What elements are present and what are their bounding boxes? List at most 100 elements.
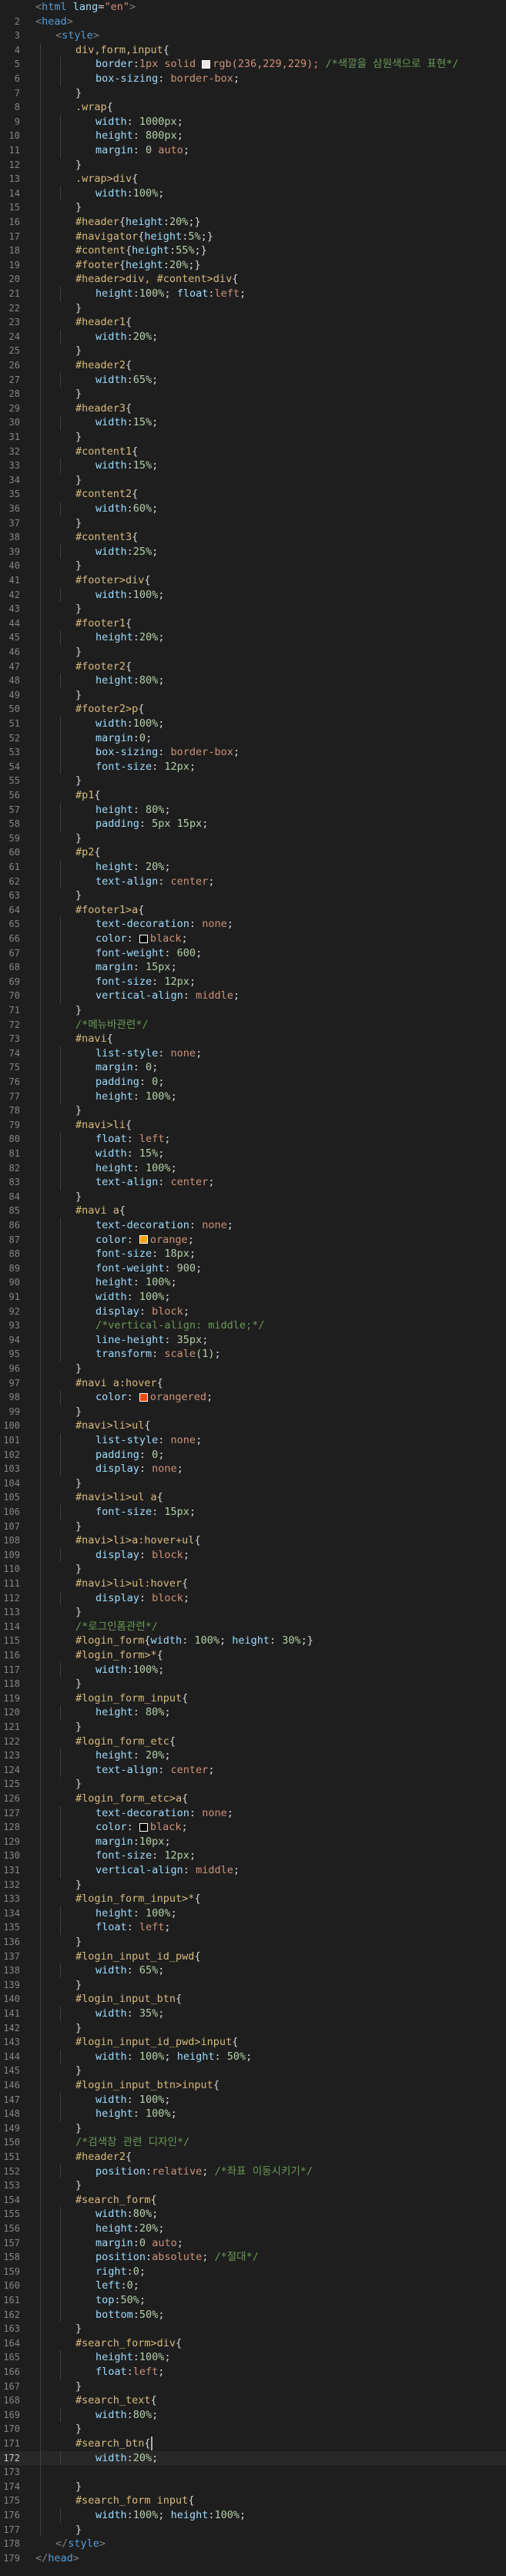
code-line[interactable]: 40} bbox=[0, 559, 506, 573]
code-line[interactable]: 29 #header3{ bbox=[0, 401, 506, 416]
code-line[interactable]: 176 width:100%; height:100%; bbox=[0, 2508, 506, 2523]
code-line[interactable]: 101 list-style: none; bbox=[0, 1433, 506, 1448]
code-line[interactable]: 170} bbox=[0, 2422, 506, 2437]
code-line[interactable]: 77 height: 100%; bbox=[0, 1089, 506, 1104]
code-line[interactable]: 57 height: 80%; bbox=[0, 802, 506, 818]
code-line[interactable]: 8 .wrap{ bbox=[0, 100, 506, 115]
code-line[interactable]: 130 font-size: 12px; bbox=[0, 1849, 506, 1863]
code-line[interactable]: 110} bbox=[0, 1562, 506, 1577]
code-line[interactable]: 12} bbox=[0, 157, 506, 173]
code-line[interactable]: 163} bbox=[0, 2322, 506, 2336]
code-line[interactable]: 14 width:100%; bbox=[0, 186, 506, 201]
code-line[interactable]: 78} bbox=[0, 1103, 506, 1118]
code-line[interactable]: 7} bbox=[0, 86, 506, 101]
code-line[interactable]: 100 #navi>li>ul{ bbox=[0, 1419, 506, 1433]
code-line[interactable]: 86 text-decoration: none; bbox=[0, 1218, 506, 1233]
code-line[interactable]: 98 color: orangered; bbox=[0, 1390, 506, 1405]
code-line[interactable]: 48 height:80%; bbox=[0, 673, 506, 688]
code-line[interactable]: 161 top:50%; bbox=[0, 2293, 506, 2308]
code-line[interactable]: 6 box-sizing: border-box; bbox=[0, 72, 506, 86]
code-line[interactable]: 5 border:1px solid rgb(236,229,229); /*색깔… bbox=[0, 57, 506, 72]
code-line[interactable]: 172 width:20%; bbox=[0, 2450, 506, 2466]
code-line[interactable]: 114 /*로그인폼관련*/ bbox=[0, 1619, 506, 1634]
code-line[interactable]: 10 height: 800px; bbox=[0, 129, 506, 143]
code-line[interactable]: 35 #content2{ bbox=[0, 487, 506, 502]
code-line[interactable]: 66 color: black; bbox=[0, 932, 506, 946]
code-line[interactable]: 144 width: 100%; height: 50%; bbox=[0, 2049, 506, 2064]
code-line[interactable]: 133 #login_form_input>*{ bbox=[0, 1892, 506, 1906]
code-line[interactable]: 75 margin: 0; bbox=[0, 1060, 506, 1075]
code-line[interactable]: 107} bbox=[0, 1519, 506, 1534]
code-line[interactable]: 148 height: 100%; bbox=[0, 2107, 506, 2121]
code-line[interactable]: 34} bbox=[0, 472, 506, 488]
code-line[interactable]: 129 margin:10px; bbox=[0, 1834, 506, 1849]
code-line[interactable]: 104} bbox=[0, 1476, 506, 1491]
code-editor[interactable]: <html lang="en"> 2 <head> 3 <style> 4 div,form… bbox=[0, 0, 506, 2576]
code-line[interactable]: 160 left:0; bbox=[0, 2279, 506, 2293]
color-swatch[interactable] bbox=[139, 1392, 148, 1402]
code-line[interactable]: 143 #login_input_id_pwd>input{ bbox=[0, 2035, 506, 2050]
code-line[interactable]: 103 display: none; bbox=[0, 1462, 506, 1476]
code-line[interactable]: 33 width:15%; bbox=[0, 458, 506, 473]
code-line[interactable]: 24 width:20%; bbox=[0, 329, 506, 344]
code-line[interactable]: 65 text-decoration: none; bbox=[0, 917, 506, 932]
code-line[interactable]: 89 font-weight: 900; bbox=[0, 1261, 506, 1276]
code-line[interactable]: 55} bbox=[0, 774, 506, 788]
code-line[interactable]: 140 #login_input_btn{ bbox=[0, 1992, 506, 2007]
code-line[interactable]: 151 #header2{ bbox=[0, 2150, 506, 2165]
color-swatch[interactable] bbox=[139, 1235, 148, 1244]
code-line[interactable]: 42 width:100%; bbox=[0, 587, 506, 603]
code-line[interactable]: 84} bbox=[0, 1189, 506, 1204]
code-line[interactable]: 124 text-align: center; bbox=[0, 1762, 506, 1778]
code-line[interactable]: 59} bbox=[0, 831, 506, 846]
code-line[interactable]: 74 list-style: none; bbox=[0, 1046, 506, 1061]
code-line[interactable]: 178 </style> bbox=[0, 2537, 506, 2551]
code-line[interactable]: 64 #footer1>a{ bbox=[0, 902, 506, 918]
code-line[interactable]: 50 #footer2>p{ bbox=[0, 702, 506, 717]
code-line[interactable]: 96} bbox=[0, 1362, 506, 1376]
code-line[interactable]: 99} bbox=[0, 1404, 506, 1419]
code-line[interactable]: 70 vertical-align: middle; bbox=[0, 989, 506, 1003]
code-line[interactable]: 43} bbox=[0, 602, 506, 616]
code-line[interactable]: 111 #navi>li>ul:hover{ bbox=[0, 1577, 506, 1591]
code-line[interactable]: 62 text-align: center; bbox=[0, 874, 506, 889]
code-line[interactable]: 119 #login_form_input{ bbox=[0, 1691, 506, 1706]
code-line[interactable]: 154 #search_form{ bbox=[0, 2192, 506, 2208]
code-line[interactable]: 157 margin:0 auto; bbox=[0, 2235, 506, 2251]
code-line[interactable]: 169 width:80%; bbox=[0, 2407, 506, 2423]
code-line[interactable]: 37} bbox=[0, 516, 506, 531]
code-line[interactable]: 93 /*vertical-align: middle;*/ bbox=[0, 1318, 506, 1333]
code-line[interactable]: 131 vertical-align: middle; bbox=[0, 1863, 506, 1878]
code-line[interactable]: 53 box-sizing: border-box; bbox=[0, 745, 506, 760]
code-line[interactable]: 88 font-size: 18px; bbox=[0, 1247, 506, 1261]
code-line[interactable]: 142} bbox=[0, 2020, 506, 2036]
code-line[interactable]: 71} bbox=[0, 1003, 506, 1018]
code-line[interactable]: 15} bbox=[0, 200, 506, 215]
code-line[interactable]: 72 /*메뉴바관련*/ bbox=[0, 1017, 506, 1033]
code-line[interactable]: 128 color: black; bbox=[0, 1820, 506, 1835]
code-line[interactable]: 106 font-size: 15px; bbox=[0, 1505, 506, 1520]
code-line[interactable]: 102 padding: 0; bbox=[0, 1447, 506, 1463]
code-line[interactable]: 94 line-height: 35px; bbox=[0, 1332, 506, 1348]
code-line[interactable]: 105 #navi>li>ul a{ bbox=[0, 1490, 506, 1505]
code-line[interactable]: 82 height: 100%; bbox=[0, 1160, 506, 1176]
code-line[interactable]: 134 height: 100%; bbox=[0, 1906, 506, 1921]
color-swatch[interactable] bbox=[139, 934, 148, 943]
code-line[interactable]: 44 #footer1{ bbox=[0, 616, 506, 631]
code-line[interactable]: 127 text-decoration: none; bbox=[0, 1805, 506, 1821]
code-line[interactable]: 19 #footer{height:20%;} bbox=[0, 257, 506, 273]
code-line[interactable]: 173 bbox=[0, 2465, 506, 2480]
code-line[interactable]: 87 color: orange; bbox=[0, 1232, 506, 1248]
code-line[interactable]: 45 height:20%; bbox=[0, 630, 506, 645]
code-line[interactable]: 138 width: 65%; bbox=[0, 1963, 506, 1978]
code-line[interactable]: 17 #navigator{height:5%;} bbox=[0, 229, 506, 244]
code-line[interactable]: 167} bbox=[0, 2379, 506, 2394]
code-line[interactable]: 145} bbox=[0, 2064, 506, 2078]
code-line[interactable]: 49} bbox=[0, 687, 506, 703]
code-line[interactable]: 36 width:60%; bbox=[0, 502, 506, 516]
code-line[interactable]: 58 padding: 5px 15px; bbox=[0, 817, 506, 831]
code-line[interactable]: 126 #login_form_etc>a{ bbox=[0, 1792, 506, 1806]
color-swatch[interactable] bbox=[202, 59, 211, 69]
code-line[interactable]: 68 margin: 15px; bbox=[0, 960, 506, 975]
code-line[interactable]: 166 float:left; bbox=[0, 2365, 506, 2380]
